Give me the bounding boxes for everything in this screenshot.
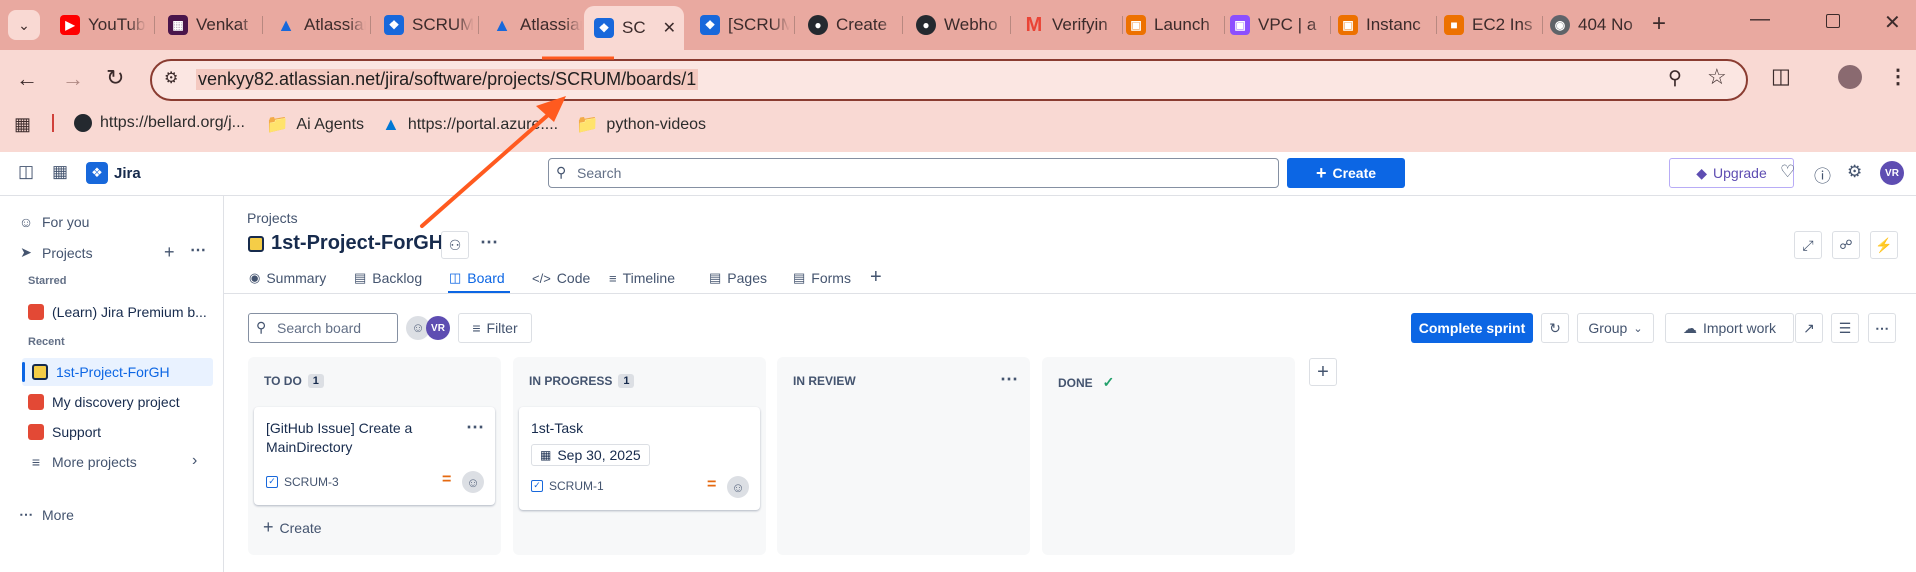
arrow-shaft [420, 106, 558, 228]
arrow-head [536, 96, 566, 122]
annotation-arrow [420, 56, 614, 228]
